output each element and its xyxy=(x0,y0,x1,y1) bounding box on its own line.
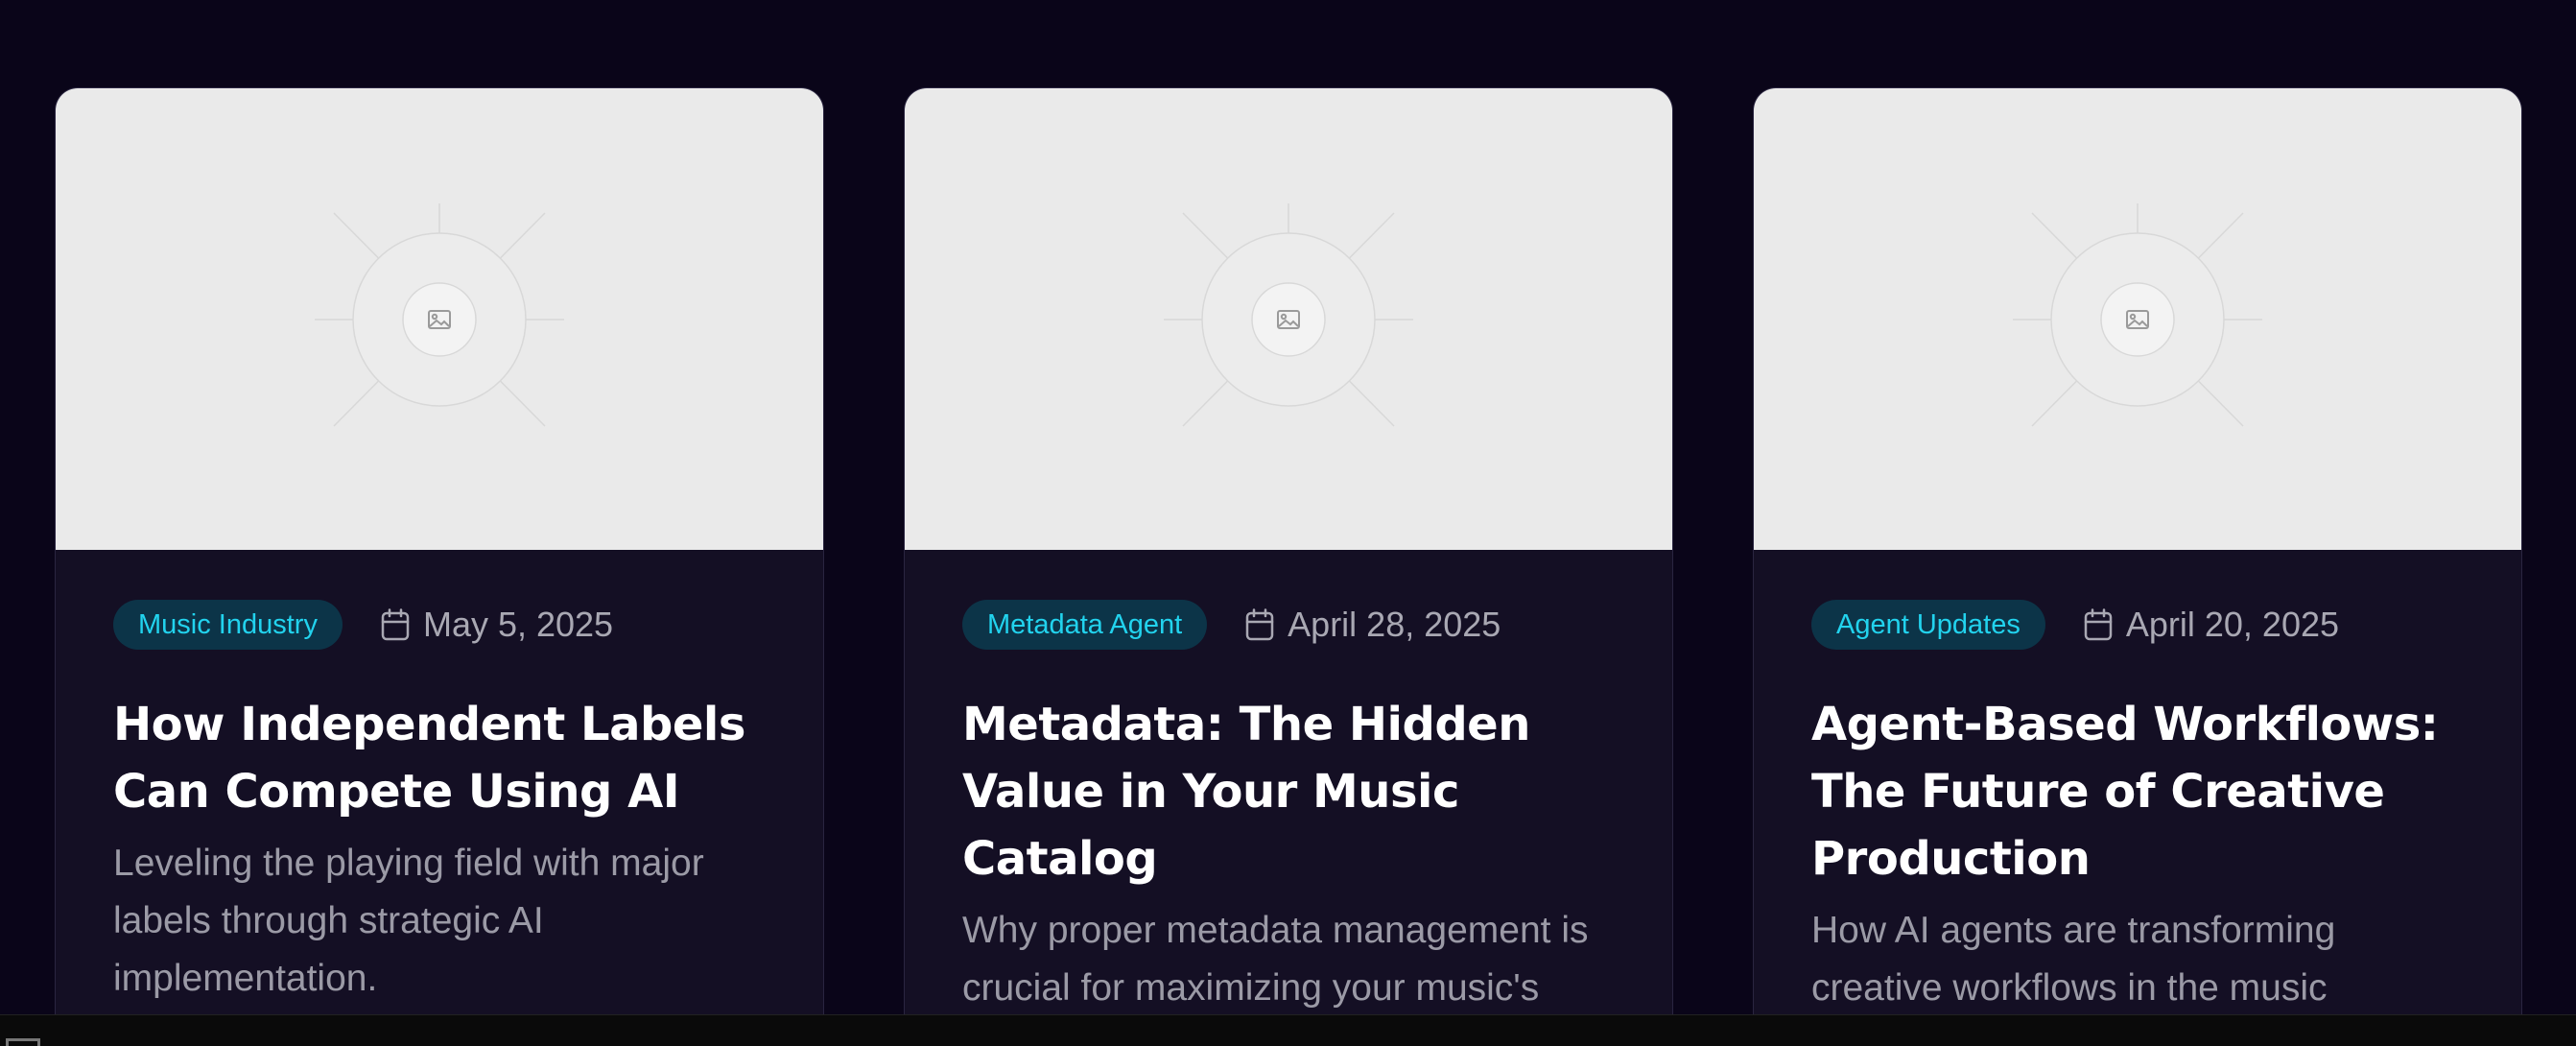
bottom-overlay-bar xyxy=(0,1014,2576,1046)
category-tag[interactable]: Agent Updates xyxy=(1811,600,2045,650)
post-card[interactable]: Metadata Agent April 28, 2025 Metadata: … xyxy=(904,87,1673,1046)
image-placeholder-icon xyxy=(1164,203,1413,427)
post-excerpt: How AI agents are transforming creative … xyxy=(1811,910,2336,1009)
post-date: April 20, 2025 xyxy=(2084,605,2339,645)
post-date-text: April 20, 2025 xyxy=(2125,605,2340,644)
post-image-placeholder[interactable] xyxy=(56,88,823,550)
image-placeholder-icon xyxy=(2013,203,2262,427)
post-title[interactable]: How Independent Labels Can Compete Using… xyxy=(113,691,766,825)
calendar-icon xyxy=(2084,608,2113,641)
post-image-placeholder[interactable] xyxy=(905,88,1672,550)
post-date: May 5, 2025 xyxy=(381,605,613,645)
post-title[interactable]: Metadata: The Hidden Value in Your Music… xyxy=(962,691,1615,892)
blog-posts-section: Music Industry May 5, 2025 How Independe… xyxy=(0,0,2576,1046)
window-icon xyxy=(6,1038,40,1046)
post-date-text: May 5, 2025 xyxy=(422,605,614,644)
category-tag[interactable]: Music Industry xyxy=(113,600,343,650)
image-placeholder-icon xyxy=(315,203,564,427)
post-excerpt: Leveling the playing field with major la… xyxy=(113,843,704,999)
post-card[interactable]: Agent Updates April 20, 2025 Agent-Based… xyxy=(1753,87,2522,1046)
calendar-icon xyxy=(381,608,410,641)
post-title[interactable]: Agent-Based Workflows: The Future of Cre… xyxy=(1811,691,2464,892)
category-tag[interactable]: Metadata Agent xyxy=(962,600,1208,650)
post-date-text: April 28, 2025 xyxy=(1288,605,1501,644)
post-date: April 28, 2025 xyxy=(1245,605,1501,645)
calendar-icon xyxy=(1245,608,1274,641)
post-image-placeholder[interactable] xyxy=(1754,88,2521,550)
post-card[interactable]: Music Industry May 5, 2025 How Independe… xyxy=(55,87,824,1046)
